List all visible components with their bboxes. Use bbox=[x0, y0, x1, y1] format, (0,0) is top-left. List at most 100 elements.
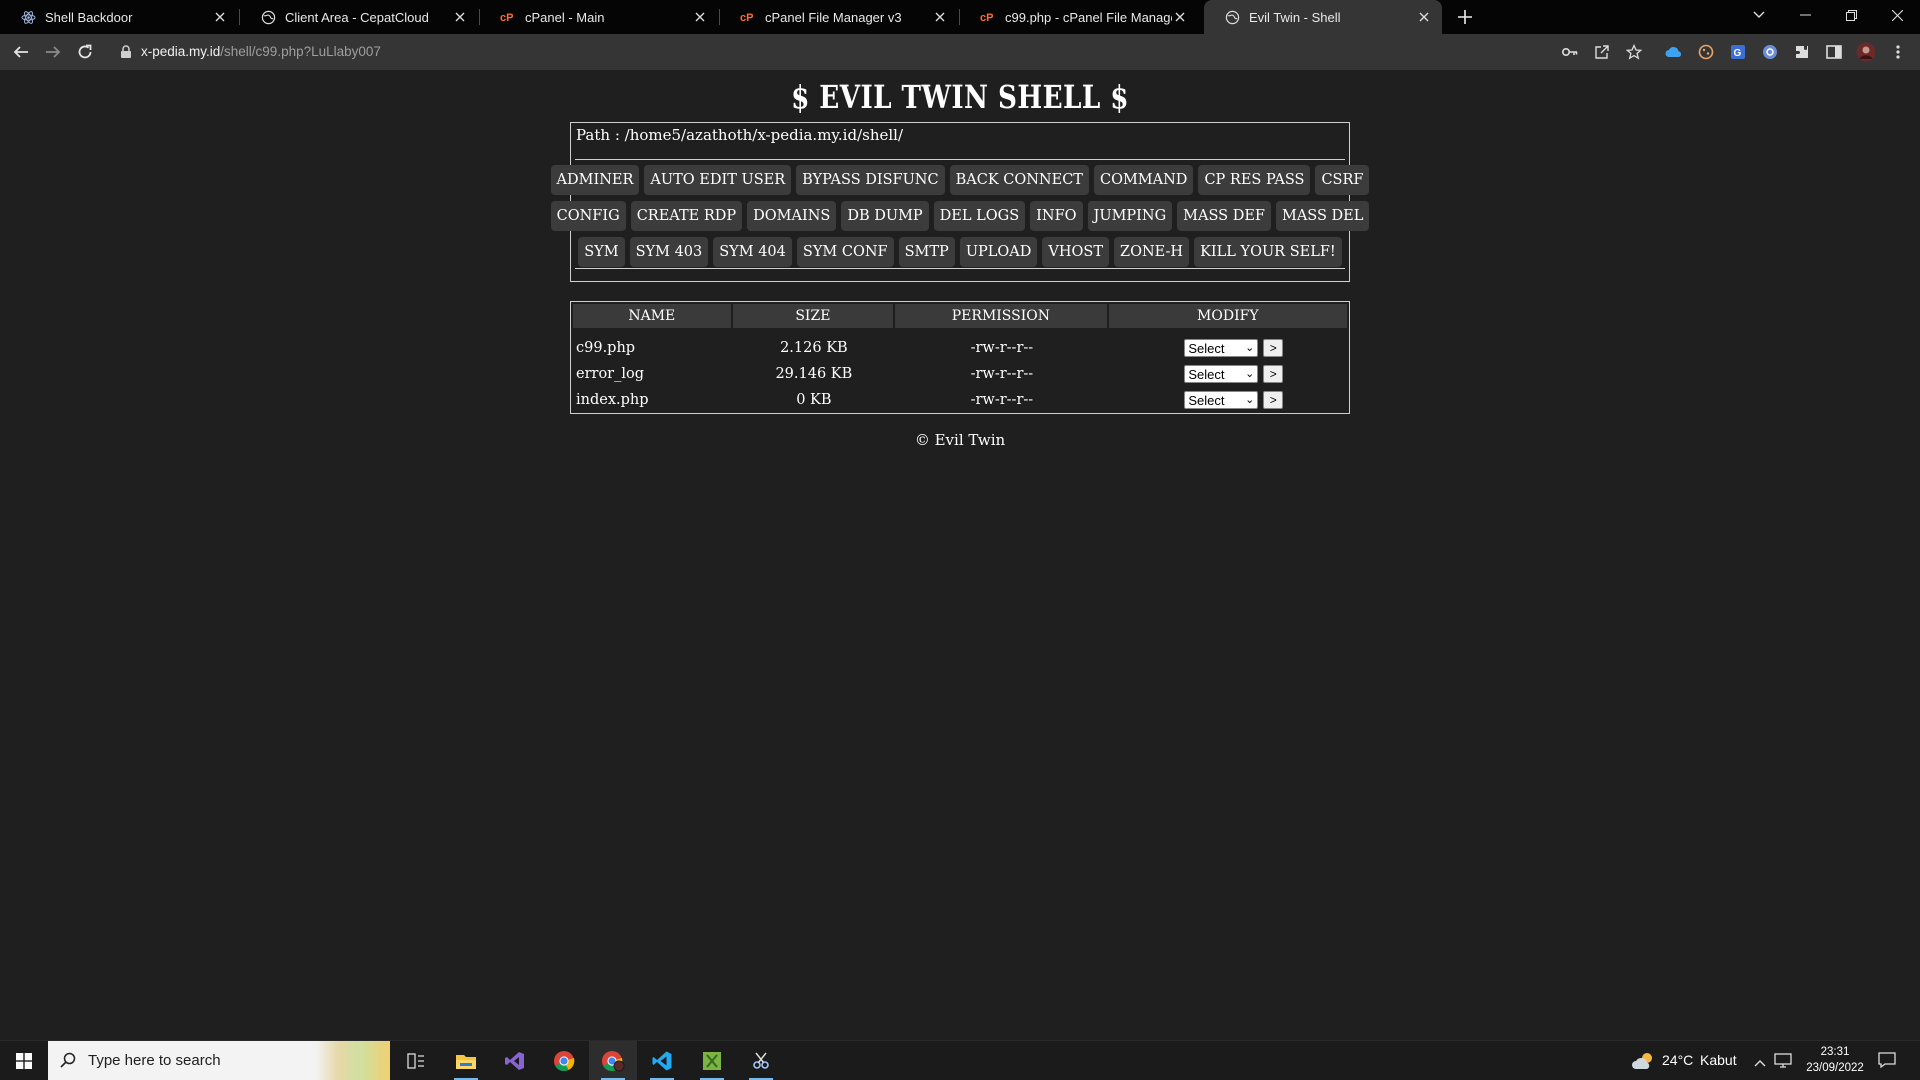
tab-title: cPanel - Main bbox=[525, 9, 605, 25]
notification-icon[interactable] bbox=[1878, 1052, 1896, 1073]
file-permission[interactable]: -rw-r--r-- bbox=[895, 392, 1108, 408]
sym-conf-button[interactable]: SYM CONF bbox=[796, 237, 894, 267]
taskbar-search[interactable]: Type here to search bbox=[48, 1041, 390, 1080]
action-select[interactable]: Select ⌄ bbox=[1184, 365, 1259, 383]
cpanel-icon: cP bbox=[980, 9, 996, 25]
web-page: $ EVIL TWIN SHELL $ Path : /home5/azatho… bbox=[0, 70, 1920, 1040]
action-select[interactable]: Select ⌄ bbox=[1184, 391, 1259, 409]
domains-button[interactable]: DOMAINS bbox=[747, 201, 837, 231]
info-button[interactable]: INFO bbox=[1030, 201, 1083, 231]
db-dump-button[interactable]: DB DUMP bbox=[841, 201, 929, 231]
tab-cpanel-main[interactable]: cP cPanel - Main bbox=[480, 0, 718, 34]
sym-403-button[interactable]: SYM 403 bbox=[629, 237, 709, 267]
modify-cell: Select ⌄ > bbox=[1109, 365, 1347, 383]
translate-extension-icon[interactable]: G bbox=[1728, 42, 1748, 62]
footer-copyright: © Evil Twin bbox=[914, 431, 1006, 449]
chrome-icon[interactable] bbox=[540, 1041, 588, 1080]
weather-condition[interactable]: Kabut bbox=[1700, 1052, 1737, 1068]
tab-search-button[interactable] bbox=[1736, 0, 1782, 30]
bypass-disfunc-button[interactable]: BYPASS DISFUNC bbox=[796, 165, 945, 195]
command-button[interactable]: COMMAND bbox=[1093, 165, 1194, 195]
new-tab-button[interactable] bbox=[1453, 5, 1477, 29]
start-button[interactable] bbox=[0, 1041, 48, 1080]
close-icon[interactable] bbox=[452, 9, 468, 25]
tab-evil-twin-shell[interactable]: Evil Twin - Shell bbox=[1204, 0, 1442, 34]
cp-res-pass-button[interactable]: CP RES PASS bbox=[1198, 165, 1311, 195]
close-icon[interactable] bbox=[932, 9, 948, 25]
cloud-extension-icon[interactable] bbox=[1664, 42, 1684, 62]
file-name-link[interactable]: c99.php bbox=[573, 340, 733, 356]
go-button[interactable]: > bbox=[1263, 339, 1284, 357]
file-permission[interactable]: -rw-r--r-- bbox=[895, 340, 1108, 356]
tab-shell-backdoor[interactable]: Shell Backdoor bbox=[0, 0, 238, 34]
file-name-link[interactable]: index.php bbox=[573, 392, 733, 408]
profile-avatar[interactable] bbox=[1856, 42, 1876, 62]
go-button[interactable]: > bbox=[1263, 391, 1284, 409]
modify-cell: Select ⌄ > bbox=[1109, 339, 1347, 357]
file-size: 0 KB bbox=[796, 392, 832, 408]
mass-def-button[interactable]: MASS DEF bbox=[1177, 201, 1271, 231]
file-size: 29.146 KB bbox=[775, 366, 853, 382]
forward-button[interactable] bbox=[40, 39, 66, 65]
visual-studio-icon[interactable] bbox=[491, 1041, 539, 1080]
cookie-extension-icon[interactable] bbox=[1696, 42, 1716, 62]
task-view-icon[interactable] bbox=[392, 1041, 440, 1080]
chevron-up-icon[interactable] bbox=[1754, 1054, 1766, 1072]
back-button[interactable] bbox=[8, 39, 34, 65]
bookmark-star-icon[interactable] bbox=[1624, 42, 1644, 62]
xampp-icon[interactable] bbox=[688, 1041, 736, 1080]
menu-icon[interactable] bbox=[1888, 42, 1908, 62]
tab-c99-file-manager[interactable]: cP c99.php - cPanel File Manager v3 bbox=[960, 0, 1198, 34]
close-icon[interactable] bbox=[1416, 9, 1432, 25]
del-logs-button[interactable]: DEL LOGS bbox=[933, 201, 1026, 231]
jumping-button[interactable]: JUMPING bbox=[1087, 201, 1173, 231]
csrf-button[interactable]: CSRF bbox=[1315, 165, 1370, 195]
share-icon[interactable] bbox=[1592, 42, 1612, 62]
select-value: Select bbox=[1188, 340, 1225, 356]
file-name-link[interactable]: error_log bbox=[573, 366, 733, 382]
weather-temperature[interactable]: 24°C bbox=[1662, 1052, 1693, 1068]
extensions-icon[interactable] bbox=[1792, 42, 1812, 62]
svg-text:cP: cP bbox=[740, 12, 753, 24]
proxy-extension-icon[interactable] bbox=[1760, 42, 1780, 62]
mass-del-button[interactable]: MASS DEL bbox=[1275, 201, 1370, 231]
kill-yourself-button[interactable]: KILL YOUR SELF! bbox=[1194, 237, 1342, 267]
address-bar[interactable]: x-pedia.my.id/shell/c99.php?LuLlaby007 bbox=[110, 38, 1550, 66]
column-header-modify: MODIFY bbox=[1197, 308, 1259, 324]
create-rdp-button[interactable]: CREATE RDP bbox=[630, 201, 743, 231]
weather-icon[interactable] bbox=[1632, 1051, 1656, 1076]
back-connect-button[interactable]: BACK CONNECT bbox=[949, 165, 1089, 195]
system-clock[interactable]: 23:31 23/09/2022 bbox=[1800, 1044, 1870, 1076]
tools-row-3: SYM SYM 403 SYM 404 SYM CONF SMTP UPLOAD… bbox=[571, 237, 1349, 267]
smtp-button[interactable]: SMTP bbox=[898, 237, 955, 267]
windows-logo-icon bbox=[16, 1053, 32, 1069]
chrome-profile-icon[interactable] bbox=[589, 1041, 637, 1080]
side-panel-icon[interactable] bbox=[1824, 42, 1844, 62]
upload-button[interactable]: UPLOAD bbox=[959, 237, 1038, 267]
close-icon[interactable] bbox=[692, 9, 708, 25]
auto-edit-user-button[interactable]: AUTO EDIT USER bbox=[644, 165, 792, 195]
tab-title: Client Area - CepatCloud bbox=[285, 9, 429, 25]
key-icon[interactable] bbox=[1560, 42, 1580, 62]
reload-button[interactable] bbox=[72, 39, 98, 65]
vhost-button[interactable]: VHOST bbox=[1042, 237, 1110, 267]
sym-button[interactable]: SYM bbox=[578, 237, 625, 267]
snipping-tool-icon[interactable] bbox=[737, 1041, 785, 1080]
close-icon[interactable] bbox=[1172, 9, 1188, 25]
close-icon[interactable] bbox=[212, 9, 228, 25]
action-select[interactable]: Select ⌄ bbox=[1184, 339, 1259, 357]
file-permission[interactable]: -rw-r--r-- bbox=[895, 366, 1108, 382]
sym-404-button[interactable]: SYM 404 bbox=[713, 237, 792, 267]
tab-cpanel-file-manager[interactable]: cP cPanel File Manager v3 bbox=[720, 0, 958, 34]
adminer-button[interactable]: ADMINER bbox=[550, 165, 640, 195]
vscode-icon[interactable] bbox=[638, 1041, 686, 1080]
config-button[interactable]: CONFIG bbox=[550, 201, 626, 231]
network-icon[interactable] bbox=[1774, 1052, 1792, 1073]
zone-h-button[interactable]: ZONE-H bbox=[1114, 237, 1190, 267]
tab-client-area[interactable]: Client Area - CepatCloud bbox=[240, 0, 478, 34]
go-button[interactable]: > bbox=[1263, 365, 1284, 383]
file-explorer-icon[interactable] bbox=[442, 1041, 490, 1080]
close-window-button[interactable] bbox=[1874, 0, 1920, 30]
minimize-button[interactable] bbox=[1782, 0, 1828, 30]
restore-button[interactable] bbox=[1828, 0, 1874, 30]
